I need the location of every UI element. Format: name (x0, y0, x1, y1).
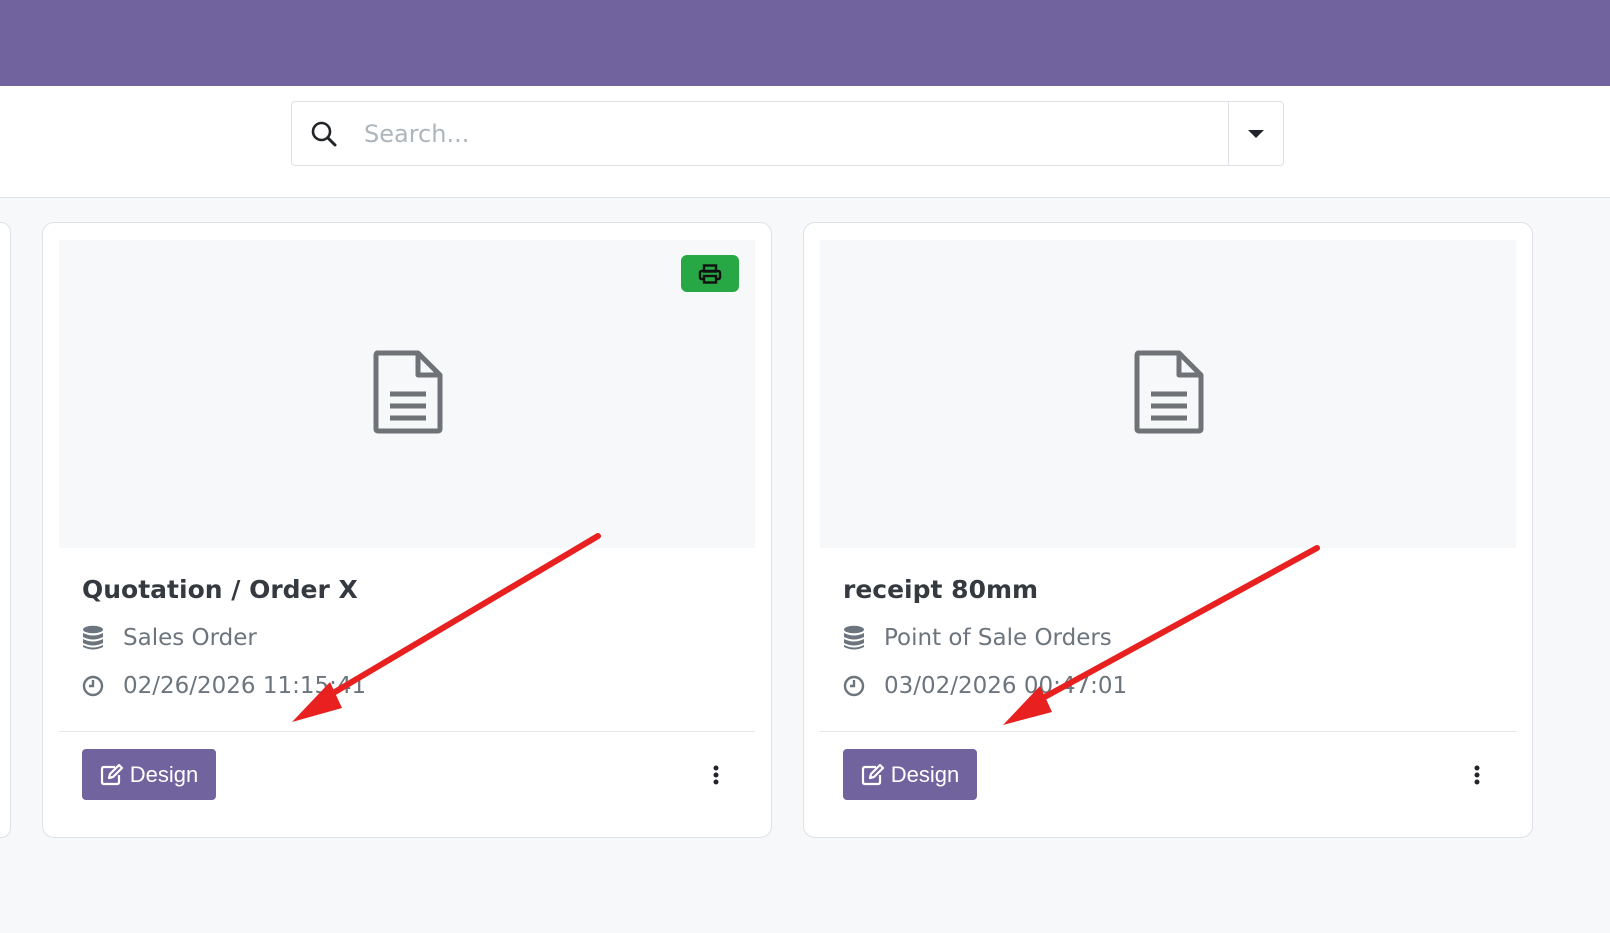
clock-icon (82, 673, 106, 699)
report-model-row: Sales Order (82, 625, 257, 651)
report-card: receipt 80mm Point of Sale Orders 03/02/… (803, 222, 1533, 838)
previous-card-edge (0, 222, 11, 838)
file-text-icon (373, 350, 443, 434)
vertical-ellipsis-icon (713, 765, 719, 785)
caret-down-icon (1248, 129, 1264, 138)
design-button-label: Design (129, 761, 199, 787)
search-icon (292, 102, 356, 165)
report-title: receipt 80mm (843, 575, 1039, 604)
card-divider (59, 731, 755, 732)
report-date: 03/02/2026 00:47:01 (884, 673, 1128, 699)
report-date-row: 02/26/2026 11:15:41 (82, 673, 366, 699)
database-icon (82, 625, 106, 651)
report-model: Sales Order (123, 625, 257, 651)
design-button[interactable]: Design (843, 749, 977, 800)
more-options-button[interactable] (701, 757, 731, 793)
search-input[interactable] (356, 102, 1228, 165)
report-model: Point of Sale Orders (884, 625, 1112, 651)
design-button[interactable]: Design (82, 749, 216, 800)
top-navbar (0, 0, 1610, 86)
report-date-row: 03/02/2026 00:47:01 (843, 673, 1127, 699)
print-badge[interactable] (681, 255, 739, 292)
search-box (291, 101, 1284, 166)
report-model-row: Point of Sale Orders (843, 625, 1112, 651)
design-button-label: Design (890, 761, 960, 787)
edit-icon (861, 763, 885, 786)
card-divider (820, 731, 1516, 732)
printer-icon (698, 263, 722, 284)
report-thumbnail[interactable] (59, 240, 755, 548)
clock-icon (843, 673, 867, 699)
edit-icon (100, 763, 124, 786)
vertical-ellipsis-icon (1474, 765, 1480, 785)
report-date: 02/26/2026 11:15:41 (123, 673, 367, 699)
report-card: Quotation / Order X Sales Order 02/26/20… (42, 222, 772, 838)
report-title: Quotation / Order X (82, 575, 358, 604)
search-filter-toggle[interactable] (1228, 102, 1283, 165)
more-options-button[interactable] (1462, 757, 1492, 793)
database-icon (843, 625, 867, 651)
control-panel (0, 86, 1610, 198)
report-thumbnail[interactable] (820, 240, 1516, 548)
file-text-icon (1134, 350, 1204, 434)
